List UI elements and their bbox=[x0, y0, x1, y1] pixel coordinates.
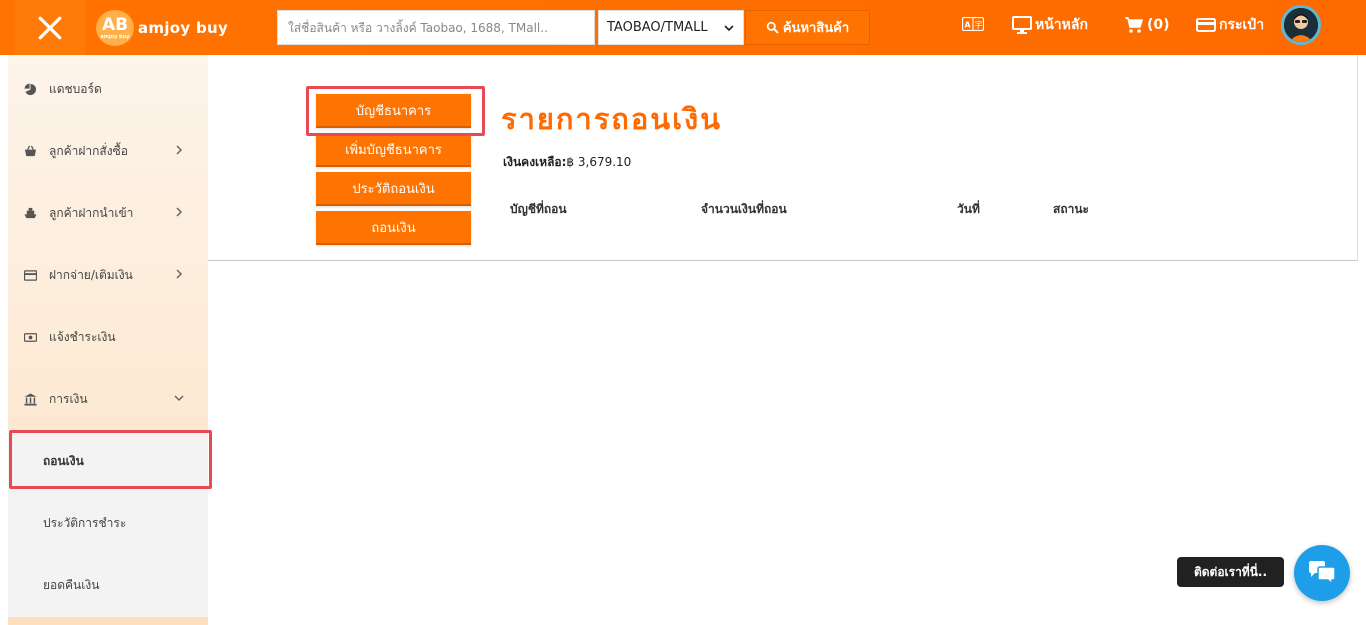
nav-cart[interactable]: (0) bbox=[1124, 12, 1170, 38]
sidebar-item-label: ลูกค้าฝากสั่งซื้อ bbox=[49, 143, 128, 158]
svg-text:字: 字 bbox=[975, 20, 983, 30]
table-header-amount: จำนวนเงินที่ถอน bbox=[701, 202, 787, 216]
credit-card-icon bbox=[1196, 18, 1216, 32]
finance-submenu: ถอนเงิน ประวัติการชำระ ยอดคืนเงิน bbox=[8, 430, 208, 617]
logo[interactable]: AB amjoy buy amjoy buy bbox=[96, 10, 228, 46]
balance-label: เงินคงเหลือ: bbox=[503, 155, 567, 169]
chevron-right-icon bbox=[176, 145, 183, 155]
chevron-down-icon bbox=[174, 395, 184, 402]
cart-count: (0) bbox=[1147, 17, 1170, 33]
bank-account-button[interactable]: บัญชีธนาคาร bbox=[316, 94, 471, 128]
close-icon bbox=[38, 16, 62, 39]
add-bank-account-button[interactable]: เพิ่มบัญชีธนาคาร bbox=[316, 133, 471, 167]
monitor-icon bbox=[1012, 16, 1032, 34]
search-source-value: TAOBAO/TMALL bbox=[607, 20, 708, 35]
nav-wallet-label: กระเป๋า bbox=[1219, 17, 1265, 33]
withdraw-history-button[interactable]: ประวัติถอนเงิน bbox=[316, 172, 471, 206]
search-input[interactable] bbox=[277, 10, 595, 45]
balance: เงินคงเหลือ:฿ 3,679.10 bbox=[503, 153, 631, 172]
avatar[interactable] bbox=[1281, 5, 1321, 45]
table-header-account: บัญชีที่ถอน bbox=[510, 202, 567, 216]
sidebar-item-pay-topup[interactable]: ฝากจ่าย/เติมเงิน bbox=[8, 244, 208, 306]
search-source-select[interactable]: TAOBAO/TMALL bbox=[598, 10, 744, 45]
withdraw-button[interactable]: ถอนเงิน bbox=[316, 211, 471, 245]
translate-icon: A字 bbox=[962, 17, 984, 31]
sidebar-footer-strip bbox=[8, 617, 208, 625]
search-button[interactable]: ค้นหาสินค้า bbox=[745, 10, 870, 45]
logo-text: amjoy buy bbox=[138, 19, 229, 37]
chevron-down-icon bbox=[724, 24, 734, 31]
credit-card-icon bbox=[23, 268, 37, 282]
basket-icon bbox=[23, 144, 37, 158]
pie-chart-icon bbox=[23, 82, 37, 96]
sidebar-subitem-withdraw[interactable]: ถอนเงิน bbox=[8, 430, 208, 492]
sidebar-item-label: ฝากจ่าย/เติมเงิน bbox=[49, 267, 133, 282]
page-title: รายการถอนเงิน bbox=[501, 102, 722, 136]
sidebar-item-label: ลูกค้าฝากนำเข้า bbox=[49, 205, 134, 220]
close-menu-button[interactable] bbox=[15, 0, 85, 55]
chat-label[interactable]: ติดต่อเราที่นี่.. bbox=[1177, 557, 1284, 587]
chevron-right-icon bbox=[176, 207, 183, 217]
logo-badge-small-text: amjoy buy bbox=[100, 33, 130, 40]
sidebar-subitem-label: ประวัติการชำระ bbox=[43, 515, 127, 530]
user-avatar-icon bbox=[1284, 8, 1318, 42]
sidebar-item-import-service[interactable]: ลูกค้าฝากนำเข้า bbox=[8, 182, 208, 244]
table-header-status: สถานะ bbox=[1053, 202, 1089, 216]
nav-home-label: หน้าหลัก bbox=[1035, 17, 1088, 33]
sidebar-item-label: แดชบอร์ด bbox=[49, 81, 102, 96]
top-bar: AB amjoy buy amjoy buy TAOBAO/TMALL ค้นห… bbox=[0, 0, 1366, 55]
balance-value: ฿ 3,679.10 bbox=[566, 155, 632, 169]
sidebar-item-dashboard[interactable]: แดชบอร์ด bbox=[8, 58, 208, 120]
sidebar-item-finance[interactable]: การเงิน bbox=[8, 368, 208, 430]
sidebar-item-label: แจ้งชำระเงิน bbox=[49, 329, 116, 344]
withdraw-history-button-label: ประวัติถอนเงิน bbox=[352, 181, 435, 197]
logo-badge-text: AB bbox=[101, 14, 129, 35]
search-button-label: ค้นหาสินค้า bbox=[782, 21, 850, 36]
nav-home[interactable]: หน้าหลัก bbox=[1012, 12, 1088, 38]
sidebar-item-order-service[interactable]: ลูกค้าฝากสั่งซื้อ bbox=[8, 120, 208, 182]
logo-badge: AB amjoy buy bbox=[96, 10, 134, 46]
sidebar-item-payment-notice[interactable]: แจ้งชำระเงิน bbox=[8, 306, 208, 368]
chat-bubbles-icon bbox=[1309, 561, 1336, 586]
bank-account-button-label: บัญชีธนาคาร bbox=[355, 103, 432, 119]
add-bank-account-button-label: เพิ่มบัญชีธนาคาร bbox=[345, 142, 442, 158]
sidebar: แดชบอร์ด ลูกค้าฝากสั่งซื้อ ลูกค้าฝากนำเข… bbox=[8, 55, 208, 625]
sidebar-item-label: การเงิน bbox=[49, 391, 88, 406]
money-bill-icon bbox=[23, 330, 37, 344]
search-icon bbox=[766, 21, 779, 34]
sidebar-subitem-payment-history[interactable]: ประวัติการชำระ bbox=[8, 492, 208, 554]
sidebar-subitem-label: ถอนเงิน bbox=[43, 453, 84, 468]
cart-icon bbox=[1125, 17, 1143, 33]
withdraw-button-label: ถอนเงิน bbox=[371, 220, 416, 236]
chevron-right-icon bbox=[176, 269, 183, 279]
sidebar-subitem-label: ยอดคืนเงิน bbox=[43, 577, 100, 592]
bank-icon bbox=[23, 392, 37, 406]
nav-wallet[interactable]: กระเป๋า bbox=[1196, 12, 1264, 38]
ship-icon bbox=[23, 206, 37, 220]
sidebar-subitem-refund-balance[interactable]: ยอดคืนเงิน bbox=[8, 554, 208, 616]
chat-button[interactable] bbox=[1294, 545, 1350, 601]
language-button[interactable]: A字 bbox=[962, 16, 984, 32]
svg-text:A: A bbox=[964, 21, 971, 30]
table-header-date: วันที่ bbox=[957, 202, 980, 216]
